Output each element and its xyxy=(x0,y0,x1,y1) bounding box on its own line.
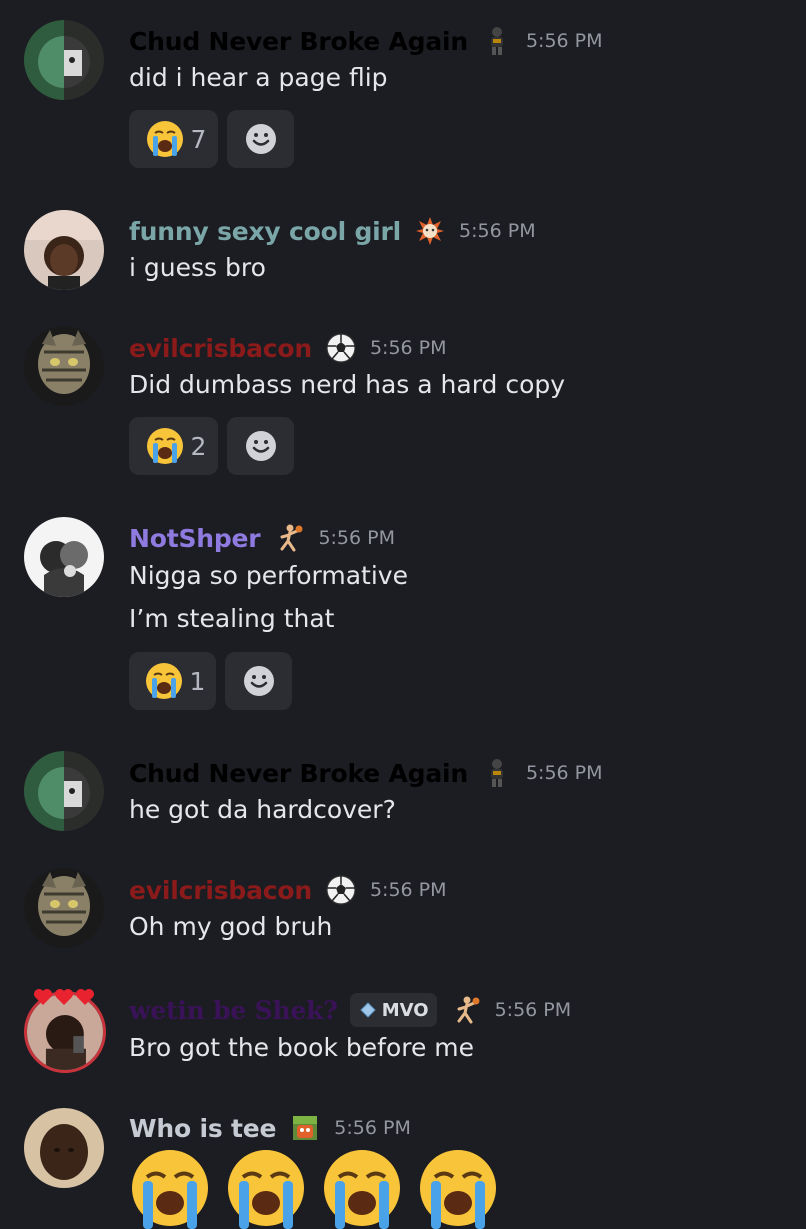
avatar[interactable] xyxy=(24,20,104,100)
hearts-decoration xyxy=(33,988,95,1006)
message-text: i guess bro xyxy=(129,253,266,282)
timestamp: 5:56 PM xyxy=(334,1117,411,1139)
basketball-player-icon xyxy=(274,523,304,553)
reaction-count: 1 xyxy=(189,666,206,696)
big-emoji-row xyxy=(129,1147,499,1229)
message-text: he got da hardcover? xyxy=(129,795,396,824)
message-text: I’m stealing that xyxy=(129,604,335,633)
avatar[interactable] xyxy=(24,1108,104,1188)
author-name[interactable]: wetin be Shek? xyxy=(129,996,338,1025)
role-tag[interactable]: MVO xyxy=(349,993,437,1027)
author-name[interactable]: NotShper xyxy=(129,524,261,553)
minecraft-block-icon xyxy=(290,1113,320,1143)
avatar[interactable] xyxy=(24,751,104,831)
avatar[interactable] xyxy=(24,326,104,406)
add-reaction-button[interactable] xyxy=(227,110,294,168)
loudly-crying-face-icon xyxy=(132,1150,208,1229)
heart-icon xyxy=(76,989,94,1005)
timestamp: 5:56 PM xyxy=(318,527,395,549)
loudly-crying-face-icon xyxy=(324,1150,400,1229)
avatar[interactable] xyxy=(24,517,104,597)
heart-icon xyxy=(55,989,73,1005)
smiley-icon xyxy=(245,431,276,461)
author-name[interactable]: Chud Never Broke Again xyxy=(129,759,468,788)
timestamp: 5:56 PM xyxy=(459,220,536,242)
author-name[interactable]: Chud Never Broke Again xyxy=(129,27,468,56)
reaction-count: 2 xyxy=(190,431,207,461)
soccer-ball-icon xyxy=(326,875,356,905)
message-text: Did dumbass nerd has a hard copy xyxy=(129,370,566,399)
message-text: Bro got the book before me xyxy=(129,1033,475,1062)
loudly-crying-face-icon xyxy=(228,1150,304,1229)
loudly-crying-face-icon xyxy=(146,121,183,157)
diamond-icon xyxy=(360,1002,376,1018)
author-name[interactable]: evilcrisbacon xyxy=(129,334,312,363)
reaction-sob[interactable]: 2 xyxy=(129,417,218,475)
football-player-icon xyxy=(482,26,512,56)
reaction-sob[interactable]: 7 xyxy=(129,110,218,168)
timestamp: 5:56 PM xyxy=(494,999,572,1021)
message-text: did i hear a page flip xyxy=(129,63,388,92)
role-tag-label: MVO xyxy=(381,999,429,1021)
football-player-icon xyxy=(482,758,512,788)
add-reaction-button[interactable] xyxy=(225,652,292,710)
sun-badge-icon xyxy=(415,216,445,246)
author-name[interactable]: evilcrisbacon xyxy=(129,876,312,905)
loudly-crying-face-icon xyxy=(146,428,183,464)
heart-icon xyxy=(34,989,52,1005)
reaction-count: 7 xyxy=(190,124,207,154)
loudly-crying-face-icon xyxy=(145,663,182,699)
timestamp: 5:56 PM xyxy=(369,879,447,901)
avatar[interactable] xyxy=(24,868,104,948)
add-reaction-button[interactable] xyxy=(227,417,294,475)
avatar[interactable] xyxy=(24,210,104,290)
smiley-icon xyxy=(243,666,274,696)
timestamp: 5:56 PM xyxy=(525,762,603,784)
smiley-icon xyxy=(245,124,276,154)
loudly-crying-face-icon xyxy=(420,1150,496,1229)
reaction-sob[interactable]: 1 xyxy=(129,652,216,710)
timestamp: 5:56 PM xyxy=(369,337,447,359)
author-name[interactable]: funny sexy cool girl xyxy=(129,217,401,246)
message-text: Oh my god bruh xyxy=(129,912,333,941)
soccer-ball-icon xyxy=(326,333,356,363)
timestamp: 5:56 PM xyxy=(525,30,603,52)
basketball-player-icon xyxy=(451,995,481,1025)
author-name[interactable]: Who is tee xyxy=(129,1114,276,1143)
message-text: Nigga so performative xyxy=(129,561,408,590)
